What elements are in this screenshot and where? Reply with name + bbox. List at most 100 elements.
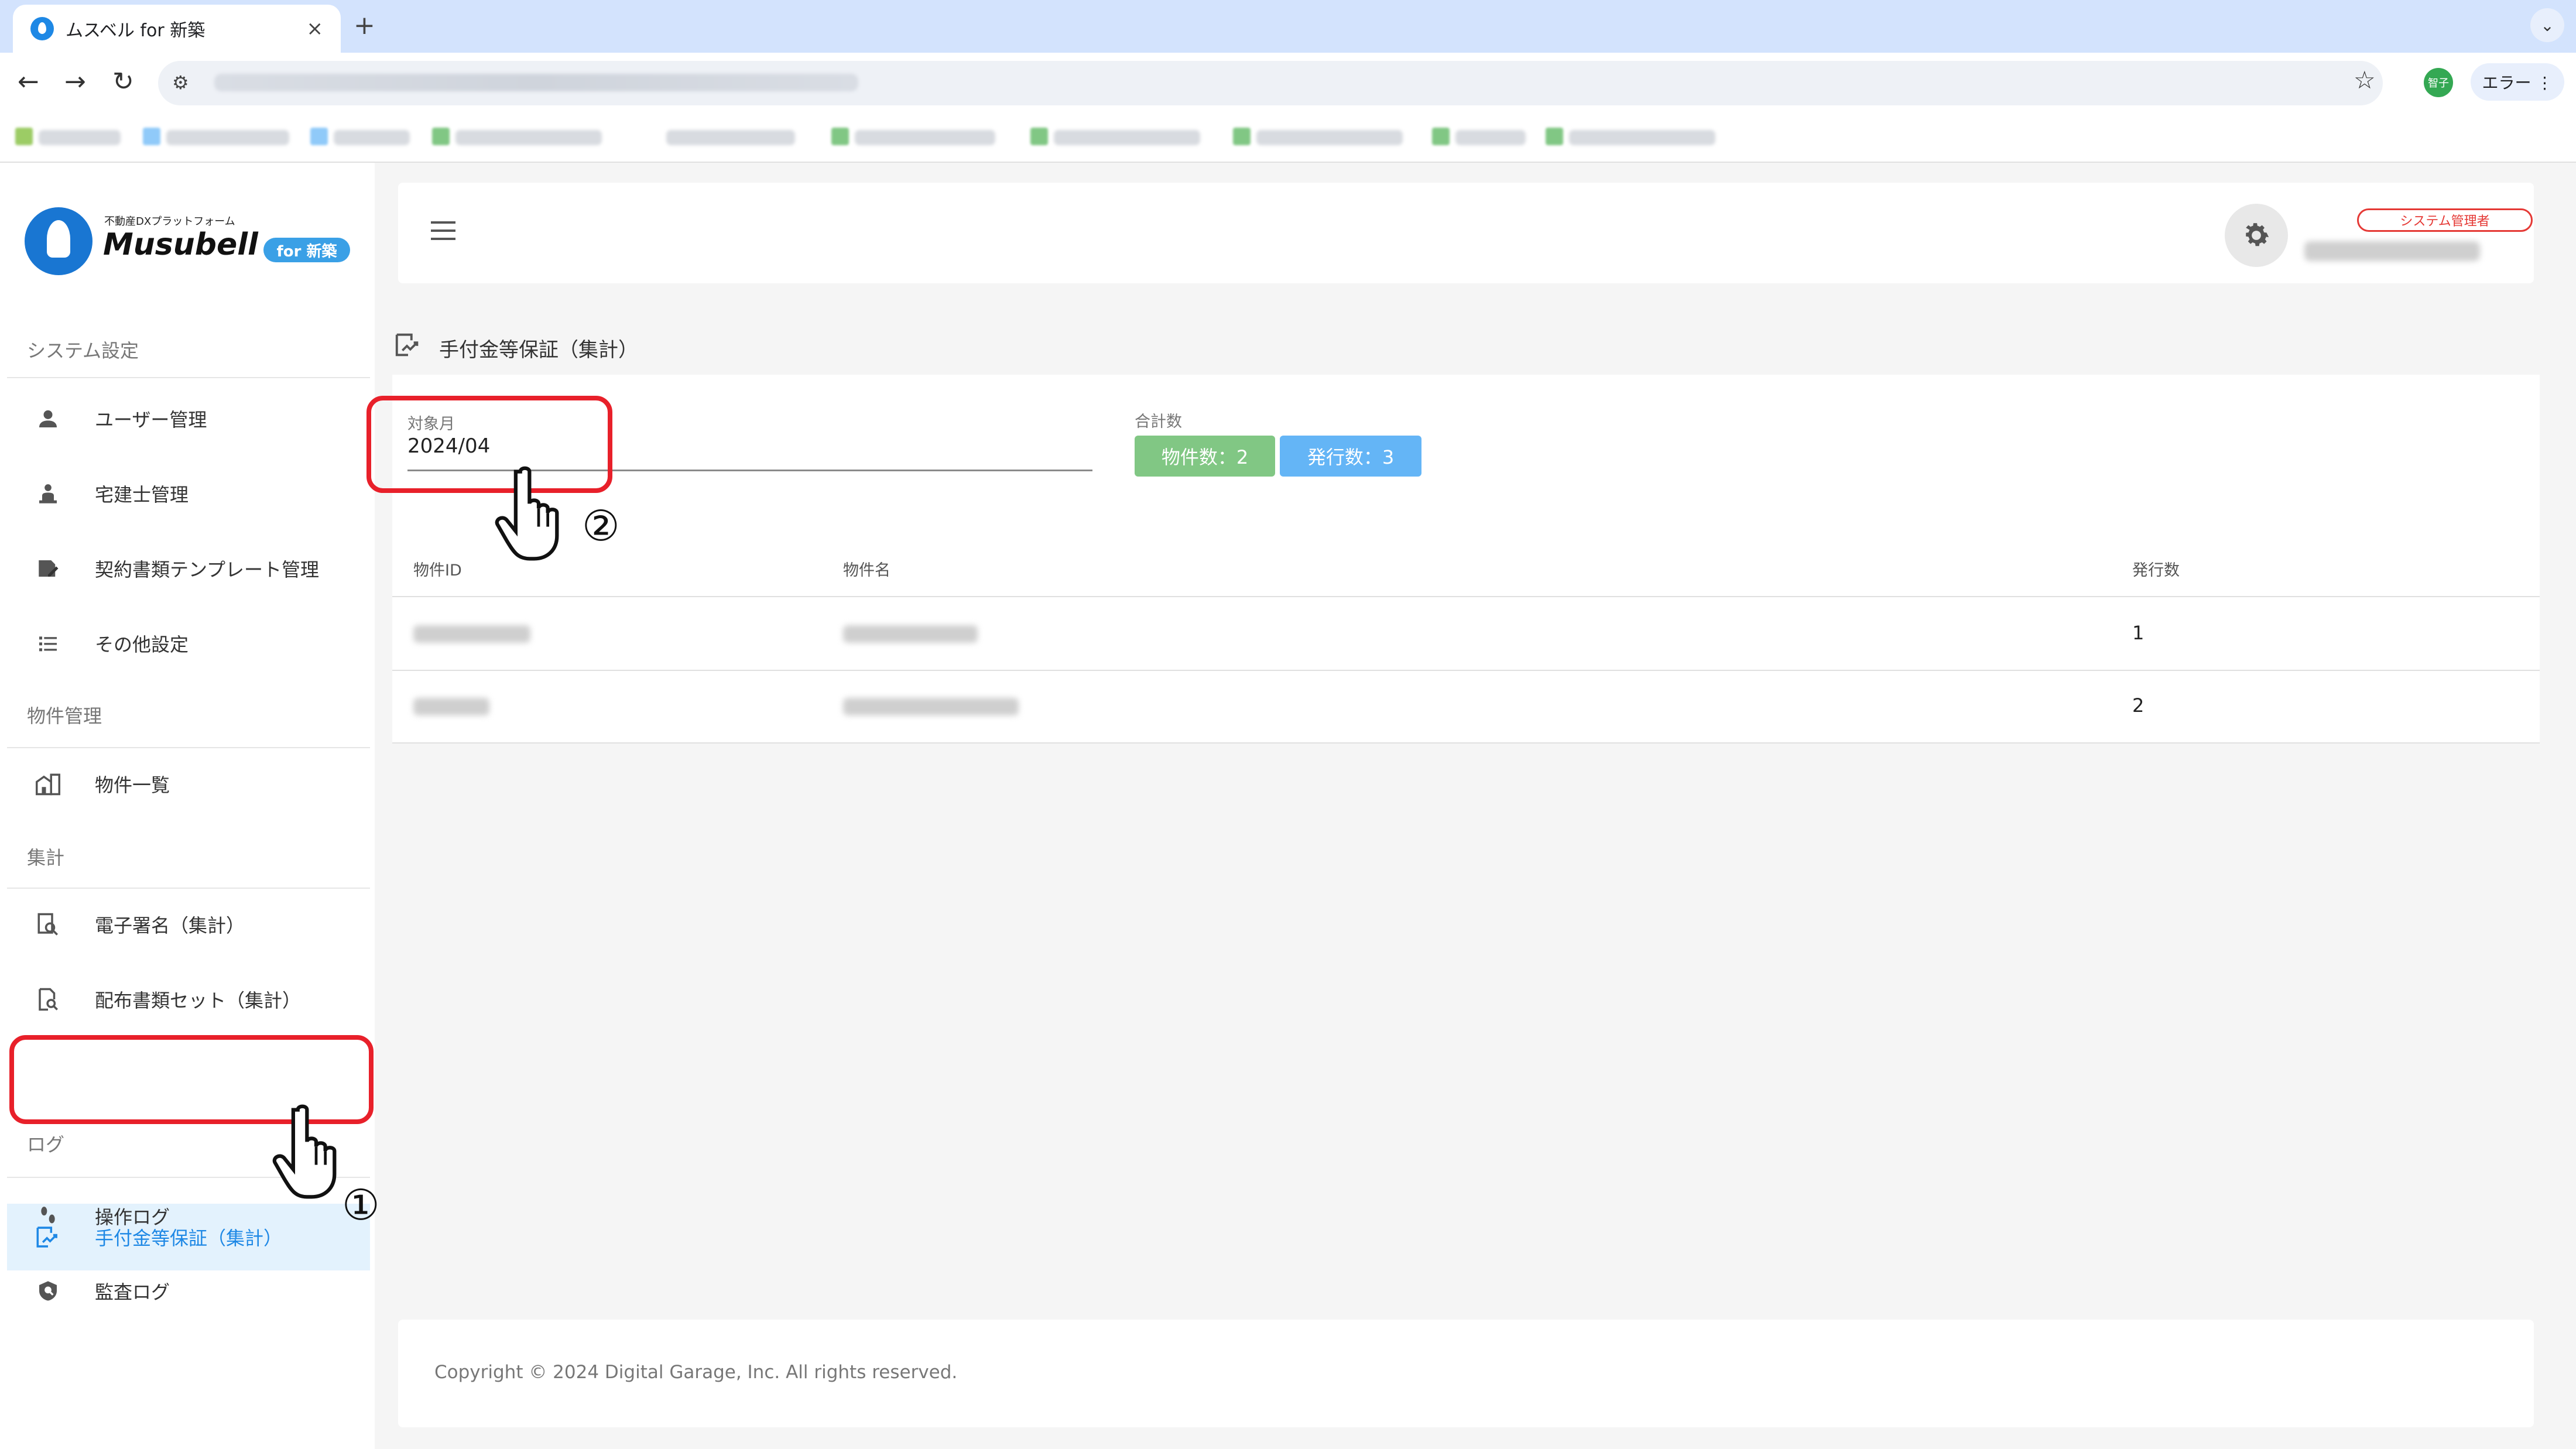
sidebar-item-other-settings[interactable]: その他設定 [7, 610, 370, 677]
bookmark-icon[interactable] [1030, 128, 1048, 145]
list-icon [32, 627, 64, 660]
property-name-blurred [843, 625, 978, 643]
section-label-system: システム設定 [27, 340, 139, 362]
bookmark-item[interactable] [855, 130, 995, 145]
app-header: システム管理者 [398, 183, 2534, 283]
issue-count-cell: 1 [2132, 622, 2145, 644]
page-heading: 手付金等保証（集計） [393, 331, 638, 364]
logo-subtitle: 不動産DXプラットフォーム [104, 215, 235, 228]
bookmark-icon[interactable] [1233, 128, 1251, 145]
logo-badge: for 新築 [263, 238, 350, 262]
aggregate-card: 対象月 2024/04 合計数 物件数：2 発行数：3 物件ID 物件名 発行数… [392, 375, 2540, 744]
close-tab-icon[interactable]: × [307, 17, 324, 40]
table-row[interactable]: 1 [392, 598, 2540, 671]
sidebar-item-label: 監査ログ [95, 1281, 170, 1303]
bookmark-star-icon[interactable]: ☆ [2354, 66, 2376, 94]
sidebar-item-label: 宅建士管理 [95, 484, 189, 506]
bookmark-icon[interactable] [143, 128, 160, 145]
table-header: 物件ID 物件名 発行数 [392, 527, 2540, 597]
column-header-property-name[interactable]: 物件名 [843, 557, 890, 580]
sidebar-item-property-list[interactable]: 物件一覧 [7, 751, 370, 817]
column-header-issue-count[interactable]: 発行数 [2132, 557, 2180, 580]
person-icon [32, 402, 64, 435]
bookmark-item[interactable] [166, 130, 289, 145]
gear-icon [2246, 223, 2269, 246]
agent-icon [32, 477, 64, 510]
section-label-aggregate: 集計 [27, 847, 65, 869]
browser-tab-bar: ムスベル for 新築 × + ⌄ [0, 0, 2576, 53]
bookmark-item[interactable] [334, 130, 410, 145]
sidebar-item-user-management[interactable]: ユーザー管理 [7, 385, 370, 452]
sidebar-item-label: 契約書類テンプレート管理 [95, 559, 320, 581]
footsteps-icon [32, 1200, 64, 1232]
bookmark-item[interactable] [455, 130, 602, 145]
logo-name: Musubell [103, 227, 258, 262]
new-tab-button[interactable]: + [354, 11, 375, 40]
bookmark-icon[interactable] [432, 128, 450, 145]
sidebar-item-template-management[interactable]: 契約書類テンプレート管理 [7, 535, 370, 602]
tab-search-button[interactable]: ⌄ [2530, 8, 2564, 42]
footer: Copyright © 2024 Digital Garage, Inc. Al… [398, 1320, 2534, 1427]
bookmark-icon[interactable] [1432, 128, 1450, 145]
file-search-icon [32, 983, 64, 1016]
reload-button[interactable]: ↻ [112, 67, 134, 97]
sidebar-item-audit-log[interactable]: 監査ログ [7, 1258, 370, 1324]
role-badge: システム管理者 [2357, 208, 2533, 232]
bookmark-icon[interactable] [15, 128, 33, 145]
bookmark-item[interactable] [666, 130, 795, 145]
sidebar-item-agent-management[interactable]: 宅建士管理 [7, 460, 370, 527]
bookmark-item[interactable] [39, 130, 121, 145]
musubell-logo[interactable]: 不動産DXプラットフォーム Musubell for 新築 [25, 201, 352, 279]
property-id-blurred [413, 698, 489, 715]
issue-count-cell: 2 [2132, 694, 2145, 717]
menu-icon[interactable] [431, 221, 455, 240]
marker-1: ① [342, 1180, 380, 1229]
table-row[interactable]: 2 [392, 671, 2540, 744]
building-icon [32, 768, 64, 800]
back-button[interactable]: ← [18, 67, 39, 97]
document-search-icon [32, 908, 64, 941]
address-bar[interactable]: ⚙ [158, 61, 2383, 105]
forward-button[interactable]: → [64, 67, 86, 97]
sidebar-item-esignature-aggregate[interactable]: 電子署名（集計） [7, 891, 370, 958]
sidebar-item-label: 電子署名（集計） [95, 914, 245, 937]
bookmark-icon[interactable] [831, 128, 849, 145]
error-menu-button[interactable]: エラー ⋮ [2471, 63, 2564, 101]
property-id-blurred [413, 625, 530, 643]
sidebar-item-distribution-aggregate[interactable]: 配布書類セット（集計） [7, 966, 370, 1033]
property-name-blurred [843, 698, 1019, 715]
divider [7, 377, 370, 378]
profile-avatar[interactable]: 智子 [2424, 68, 2453, 97]
sidebar: 不動産DXプラットフォーム Musubell for 新築 システム設定 ユーザ… [0, 163, 375, 1449]
document-edit-icon [32, 552, 64, 585]
tab-title: ムスベル for 新築 [66, 20, 205, 41]
bookmark-icon[interactable] [310, 128, 328, 145]
property-count-chip: 物件数：2 [1135, 436, 1275, 477]
bookmark-item[interactable] [1455, 130, 1526, 145]
bookmark-item[interactable] [1569, 130, 1715, 145]
sidebar-item-label: 配布書類セット（集計） [95, 989, 302, 1012]
page-title: 手付金等保証（集計） [439, 338, 638, 362]
sidebar-item-label: ユーザー管理 [95, 409, 207, 431]
url-blurred [214, 74, 858, 91]
column-header-property-id[interactable]: 物件ID [413, 557, 462, 580]
pointer-hand-icon [495, 466, 559, 561]
sidebar-item-label: 操作ログ [95, 1206, 170, 1228]
bookmark-item[interactable] [1256, 130, 1403, 145]
bookmark-item[interactable] [1054, 130, 1200, 145]
bookmarks-bar [0, 114, 2576, 163]
sidebar-item-label: 物件一覧 [95, 774, 170, 796]
bookmark-icon[interactable] [1546, 128, 1563, 145]
totals-label: 合計数 [1135, 413, 1182, 431]
issue-count-chip: 発行数：3 [1280, 436, 1421, 477]
section-label-log: ログ [27, 1133, 65, 1156]
user-name-blurred[interactable] [2304, 241, 2480, 261]
copyright-text: Copyright © 2024 Digital Garage, Inc. Al… [434, 1362, 958, 1383]
settings-button[interactable] [2225, 204, 2288, 267]
chart-document-icon [393, 331, 423, 365]
site-settings-icon[interactable]: ⚙ [172, 71, 189, 94]
section-label-property: 物件管理 [27, 705, 102, 727]
divider [7, 888, 370, 889]
browser-toolbar: ← → ↻ ⚙ ☆ 智子 エラー ⋮ [0, 53, 2576, 114]
browser-tab[interactable]: ムスベル for 新築 × [13, 5, 341, 53]
